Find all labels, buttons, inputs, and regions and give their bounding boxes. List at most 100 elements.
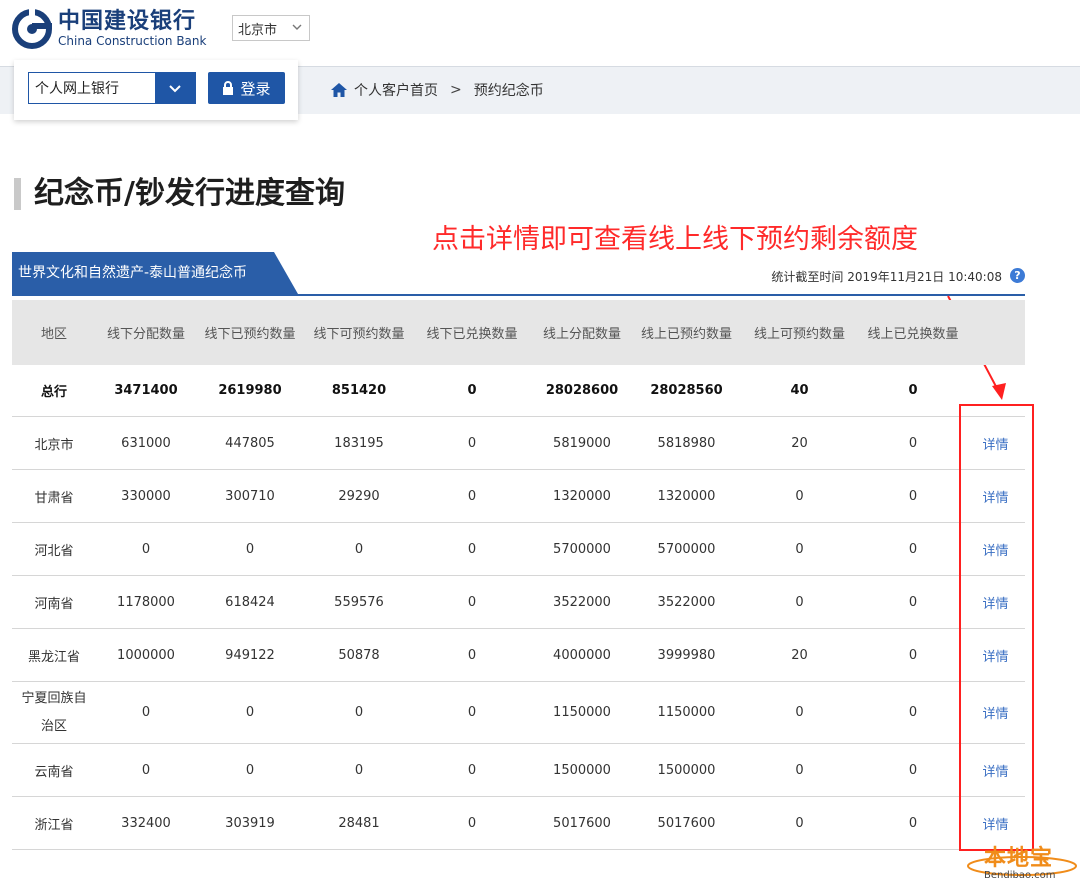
cell-offline-reserved: 949122 bbox=[225, 647, 275, 663]
stat-timestamp: 统计截至时间 2019年11月21日 10:40:08 bbox=[771, 268, 1024, 285]
cell-offline-reserved: 2619980 bbox=[218, 383, 282, 398]
cell-offline-available: 851420 bbox=[331, 383, 387, 398]
cell-offline-allocated: 631000 bbox=[121, 435, 171, 451]
bank-type-select[interactable]: 个人网上银行 bbox=[28, 72, 196, 104]
title-accent-bar bbox=[14, 178, 21, 210]
header-online-reserved: 线上已预约数量 bbox=[640, 327, 732, 342]
cell-region: 河北省 bbox=[34, 543, 74, 559]
cell-online-redeemed: 0 bbox=[908, 383, 918, 398]
watermark-sub: Bendibao.com bbox=[984, 870, 1056, 881]
cell-online-reserved: 1150000 bbox=[657, 705, 716, 720]
cell-offline-reserved: 0 bbox=[245, 762, 255, 778]
cell-online-available: 0 bbox=[795, 705, 804, 720]
cell-online-allocated: 4000000 bbox=[553, 647, 611, 663]
cell-online-reserved: 5700000 bbox=[657, 541, 716, 557]
chevron-down-icon bbox=[292, 24, 302, 30]
cell-offline-redeemed: 0 bbox=[467, 647, 477, 663]
cell-online-reserved: 5017600 bbox=[657, 815, 716, 831]
table-row: 河北省 0 0 0 0 5700000 5700000 0 0 详情 bbox=[12, 523, 1025, 576]
table-body: 总行 3471400 2619980 851420 0 28028600 28028560 4… bbox=[12, 365, 1025, 850]
cell-region: 河南省 bbox=[34, 596, 74, 612]
cell-offline-available: 0 bbox=[354, 705, 364, 720]
cell-offline-reserved: 618424 bbox=[225, 594, 275, 610]
cell-offline-allocated: 1178000 bbox=[117, 594, 175, 610]
issue-progress-table: 地区 线下分配数量 线下已预约数量 线下可预约数量 线下已兑换数量 线上分配数量… bbox=[12, 300, 1025, 850]
cell-online-reserved: 3522000 bbox=[657, 594, 716, 610]
cell-offline-available: 50878 bbox=[338, 647, 380, 663]
cell-online-redeemed: 0 bbox=[908, 435, 918, 451]
page-title: 纪念币/钞发行进度查询 bbox=[34, 176, 345, 211]
header-online-redeemed: 线上已兑换数量 bbox=[867, 327, 959, 342]
cell-offline-allocated: 1000000 bbox=[117, 647, 175, 663]
cell-offline-allocated: 3471400 bbox=[114, 383, 178, 398]
cell-online-reserved: 5818980 bbox=[657, 435, 716, 451]
cell-online-available: 0 bbox=[795, 541, 804, 557]
cell-online-reserved: 1320000 bbox=[657, 488, 716, 504]
home-icon[interactable] bbox=[330, 82, 348, 98]
breadcrumb-current[interactable]: 预约纪念币 bbox=[474, 80, 544, 100]
chevron-down-icon bbox=[169, 85, 181, 93]
cell-online-available: 0 bbox=[795, 488, 804, 504]
cell-offline-allocated: 0 bbox=[141, 705, 151, 720]
cell-online-allocated: 5700000 bbox=[553, 541, 611, 557]
cell-offline-available: 29290 bbox=[338, 488, 380, 504]
cell-online-allocated: 1320000 bbox=[553, 488, 611, 504]
table-row: 云南省 0 0 0 0 1500000 1500000 0 0 详情 bbox=[12, 744, 1025, 797]
cell-online-allocated: 3522000 bbox=[553, 594, 611, 610]
login-panel: 个人网上银行 登录 bbox=[14, 60, 298, 120]
cell-online-available: 20 bbox=[791, 435, 808, 451]
header-offline-allocated: 线下分配数量 bbox=[106, 327, 185, 342]
cell-offline-redeemed: 0 bbox=[467, 488, 477, 504]
cell-offline-reserved: 447805 bbox=[225, 435, 275, 451]
cell-online-allocated: 5819000 bbox=[553, 435, 611, 451]
annotation-text: 点击详情即可查看线上线下预约剩余额度 bbox=[432, 224, 918, 255]
cell-online-redeemed: 0 bbox=[908, 705, 918, 720]
cell-offline-available: 28481 bbox=[338, 815, 380, 831]
cell-offline-available: 0 bbox=[354, 762, 364, 778]
table-row: 宁夏回族自治区 0 0 0 0 1150000 1150000 0 0 详情 bbox=[12, 682, 1025, 744]
cell-online-available: 0 bbox=[795, 815, 804, 831]
cell-offline-redeemed: 0 bbox=[467, 383, 477, 398]
cell-offline-available: 0 bbox=[354, 541, 364, 557]
cell-online-allocated: 1500000 bbox=[553, 762, 611, 778]
help-icon[interactable]: ? bbox=[1010, 268, 1025, 283]
cell-online-available: 20 bbox=[791, 647, 808, 663]
table-row: 河南省 1178000 618424 559576 0 3522000 3522000 0 0 详… bbox=[12, 576, 1025, 629]
lock-icon bbox=[223, 81, 234, 95]
cell-online-reserved: 1500000 bbox=[657, 762, 716, 778]
timestamp-text: 统计截至时间 2019年11月21日 10:40:08 bbox=[771, 270, 1002, 284]
cell-offline-reserved: 0 bbox=[245, 541, 255, 557]
cell-online-redeemed: 0 bbox=[908, 541, 918, 557]
dropdown-toggle[interactable] bbox=[155, 73, 195, 103]
breadcrumb-home[interactable]: 个人客户首页 bbox=[354, 80, 438, 100]
cell-offline-redeemed: 0 bbox=[467, 762, 477, 778]
cell-offline-available: 559576 bbox=[334, 594, 384, 610]
cell-online-available: 0 bbox=[795, 594, 804, 610]
cell-online-available: 0 bbox=[795, 762, 804, 778]
cell-region: 浙江省 bbox=[34, 817, 74, 833]
bank-type-value: 个人网上银行 bbox=[35, 81, 119, 97]
cell-online-allocated: 1150000 bbox=[553, 705, 611, 720]
detail-highlight-box bbox=[959, 404, 1034, 851]
ccb-logo-icon bbox=[12, 9, 52, 49]
cell-online-redeemed: 0 bbox=[908, 594, 918, 610]
cell-offline-redeemed: 0 bbox=[467, 435, 477, 451]
header-online-available: 线上可预约数量 bbox=[753, 327, 845, 342]
header-region: 地区 bbox=[40, 327, 67, 342]
city-select[interactable]: 北京市 bbox=[232, 15, 310, 41]
bank-logo[interactable]: 中国建设银行 China Construction Bank bbox=[12, 8, 206, 50]
cell-online-allocated: 5017600 bbox=[553, 815, 611, 831]
table-row: 甘肃省 330000 300710 29290 0 1320000 1320000 0 0 详情 bbox=[12, 470, 1025, 523]
login-button[interactable]: 登录 bbox=[208, 72, 285, 104]
cell-offline-redeemed: 0 bbox=[467, 705, 477, 720]
cell-offline-reserved: 303919 bbox=[225, 815, 275, 831]
cell-offline-reserved: 0 bbox=[245, 705, 255, 720]
coin-tab[interactable]: 世界文化和自然遗产-泰山普通纪念币 bbox=[18, 262, 247, 284]
cell-offline-allocated: 0 bbox=[141, 541, 151, 557]
cell-region: 云南省 bbox=[34, 764, 74, 780]
cell-offline-allocated: 330000 bbox=[121, 488, 171, 504]
brand-name-en: China Construction Bank bbox=[58, 34, 207, 48]
cell-online-allocated: 28028600 bbox=[545, 383, 619, 398]
brand-name-cn: 中国建设银行 bbox=[58, 9, 197, 34]
cell-offline-redeemed: 0 bbox=[467, 541, 477, 557]
